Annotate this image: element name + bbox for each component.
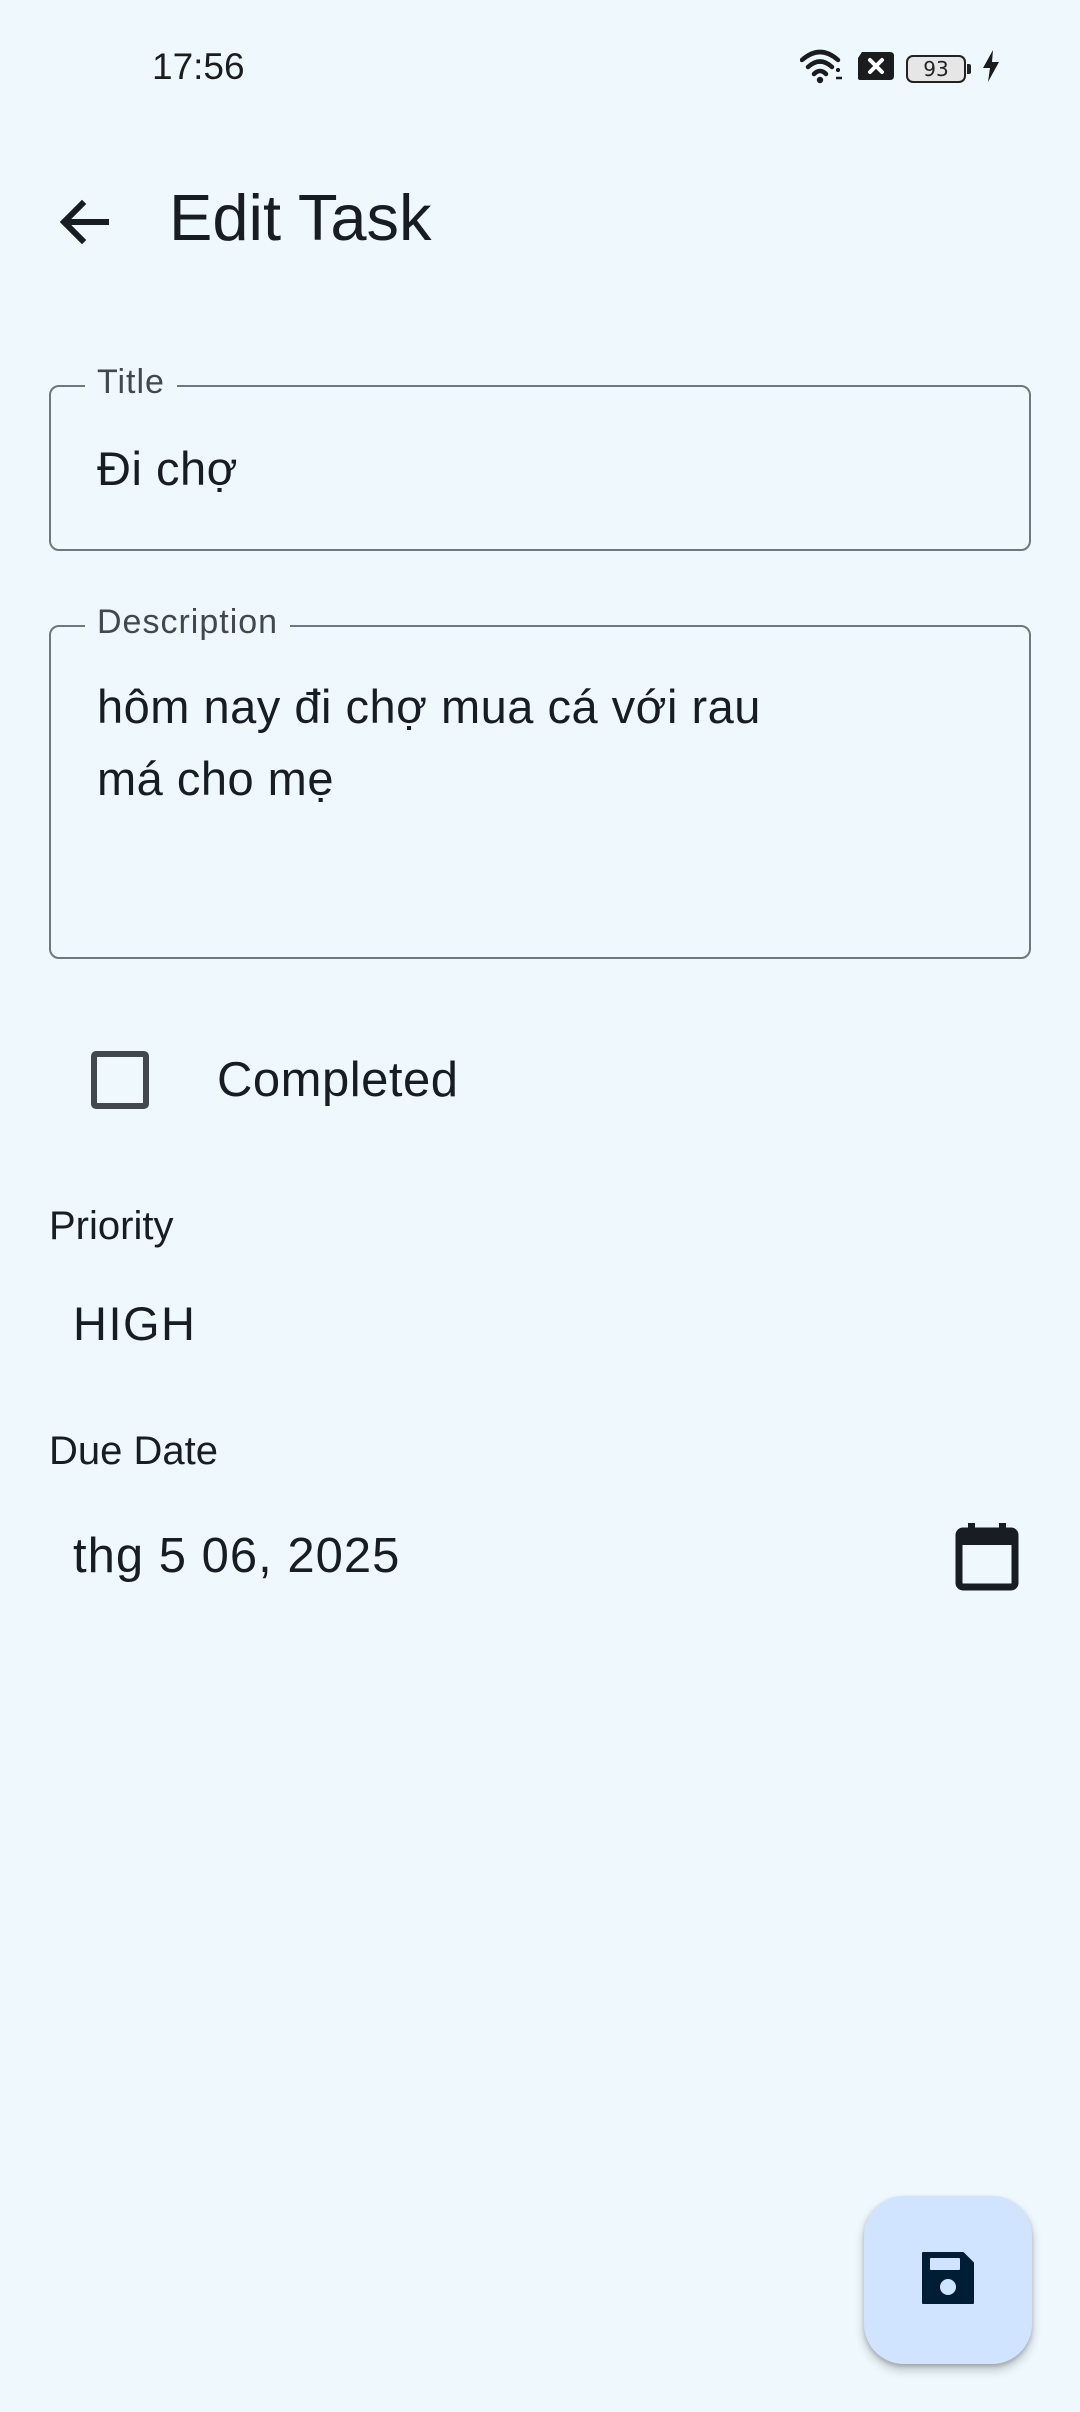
page-title: Edit Task xyxy=(169,181,432,254)
save-fab[interactable] xyxy=(864,2196,1032,2364)
title-field[interactable]: Title Đi chợ xyxy=(49,363,1031,551)
completed-row[interactable]: Completed xyxy=(49,1020,649,1140)
calendar-icon xyxy=(954,1521,1020,1596)
charging-icon xyxy=(980,49,1002,88)
completed-checkbox[interactable] xyxy=(91,1051,149,1109)
title-input[interactable]: Đi chợ xyxy=(97,433,238,505)
battery-icon: 93 xyxy=(906,54,971,83)
description-field-label: Description xyxy=(85,603,291,642)
priority-label: Priority xyxy=(49,1204,174,1248)
top-app-bar: Edit Task xyxy=(0,160,1080,272)
back-button[interactable] xyxy=(42,182,126,266)
priority-selector[interactable]: HIGH xyxy=(73,1296,197,1351)
status-bar: 17:56 93 xyxy=(0,0,1080,140)
save-icon xyxy=(919,2249,977,2312)
title-field-label: Title xyxy=(85,363,177,402)
calendar-button[interactable] xyxy=(943,1514,1031,1602)
due-date-row: thg 5 06, 2025 xyxy=(49,1500,1031,1616)
due-date-value[interactable]: thg 5 06, 2025 xyxy=(73,1528,400,1584)
wifi-icon xyxy=(799,48,846,89)
edit-task-screen: 17:56 93 Edit Task Title Đi chợ Descript… xyxy=(0,0,1080,2412)
status-icons: 93 xyxy=(799,48,1002,89)
battery-level: 93 xyxy=(923,56,949,81)
sim-off-icon xyxy=(856,50,896,87)
status-time: 17:56 xyxy=(152,46,245,87)
due-date-label: Due Date xyxy=(49,1429,218,1473)
completed-label: Completed xyxy=(217,1053,459,1107)
arrow-back-icon xyxy=(56,194,112,255)
description-input[interactable]: hôm nay đi chợ mua cá với rau má cho mẹ xyxy=(97,671,977,815)
description-field[interactable]: Description hôm nay đi chợ mua cá với ra… xyxy=(49,603,1031,959)
